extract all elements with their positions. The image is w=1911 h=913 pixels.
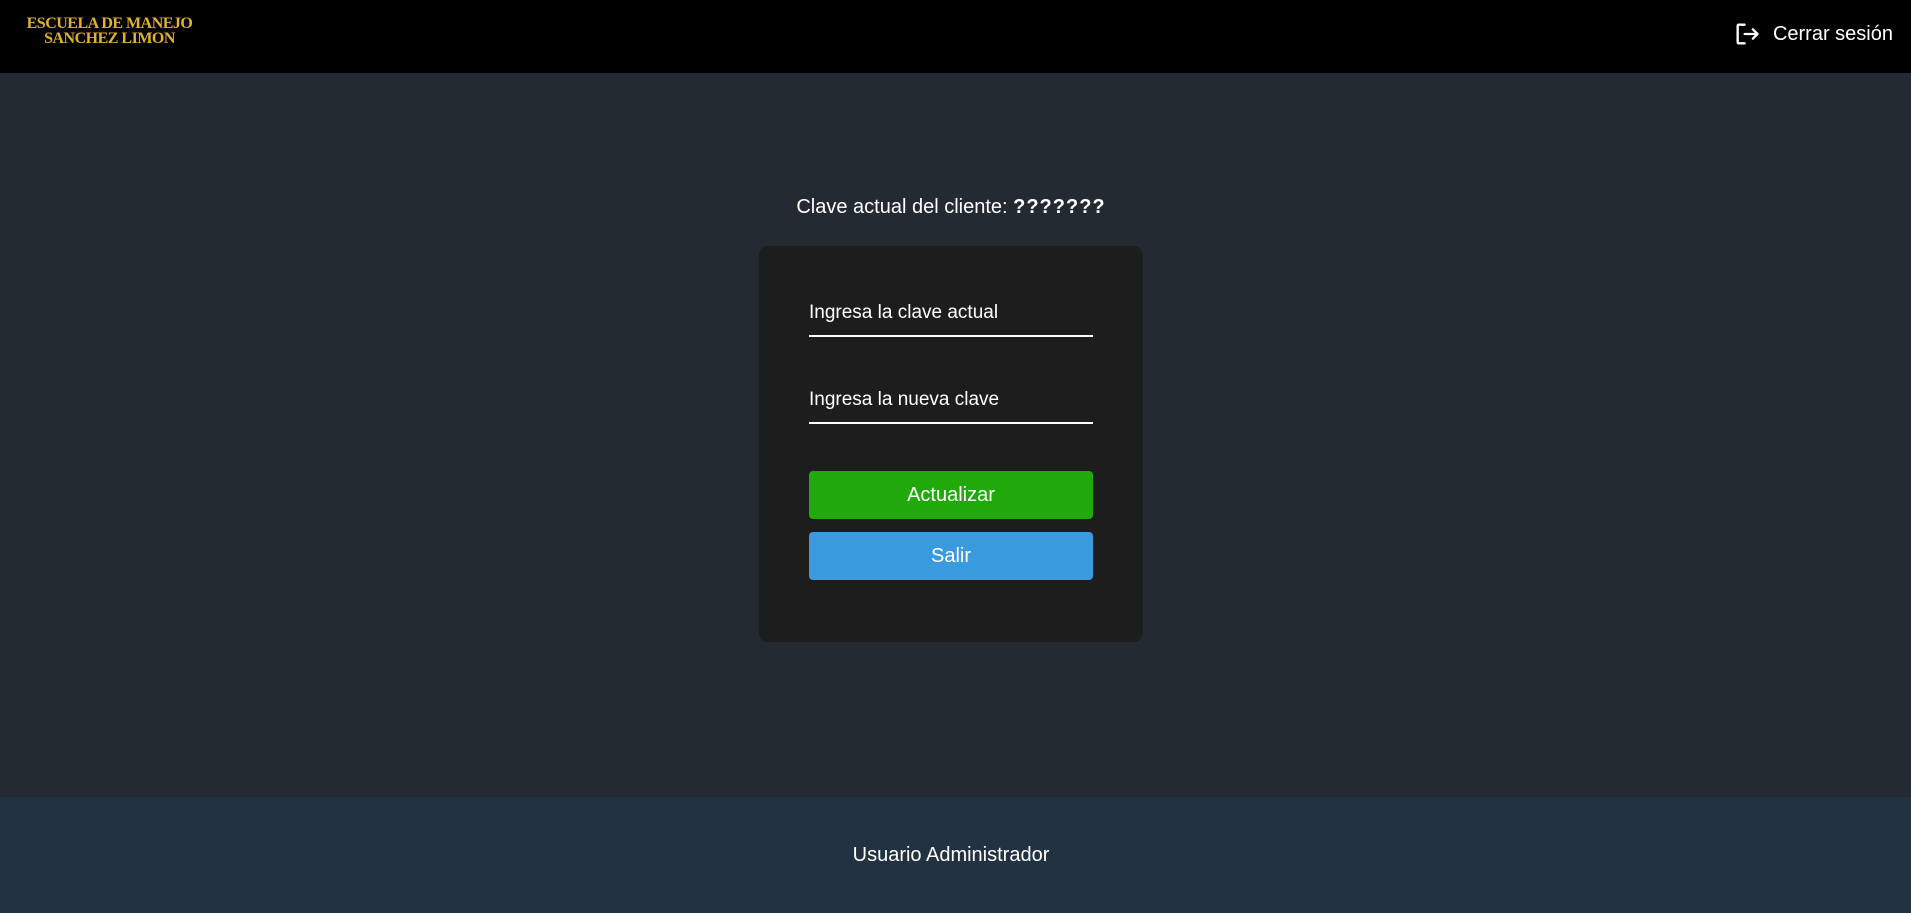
footer: Usuario Administrador [0,797,1911,913]
client-key-line: Clave actual del cliente: ??????? [0,196,1902,219]
footer-user-label: Usuario Administrador [852,844,1050,866]
new-key-input[interactable] [809,378,1093,424]
logout-label: Cerrar sesión [1772,22,1893,45]
exit-button[interactable]: Salir [809,532,1093,580]
logout-icon [1736,23,1759,45]
school-logo[interactable]: ESCUELA DE MANEJO SANCHEZ LIMON [17,15,202,47]
current-key-input[interactable] [809,291,1093,337]
main-content: Clave actual del cliente: ??????? Actual… [0,73,1911,797]
client-key-label: Clave actual del cliente: [796,196,1008,218]
logo-line-2: SANCHEZ LIMON [44,30,175,47]
logo-line-1: ESCUELA DE MANEJO [26,15,193,32]
client-key-value: ??????? [1013,196,1106,218]
update-button[interactable]: Actualizar [809,471,1093,519]
logout-button[interactable]: Cerrar sesión [1733,20,1893,48]
change-key-form: Actualizar Salir [759,246,1143,642]
top-bar: ESCUELA DE MANEJO SANCHEZ LIMON Cerrar s… [0,0,1911,73]
